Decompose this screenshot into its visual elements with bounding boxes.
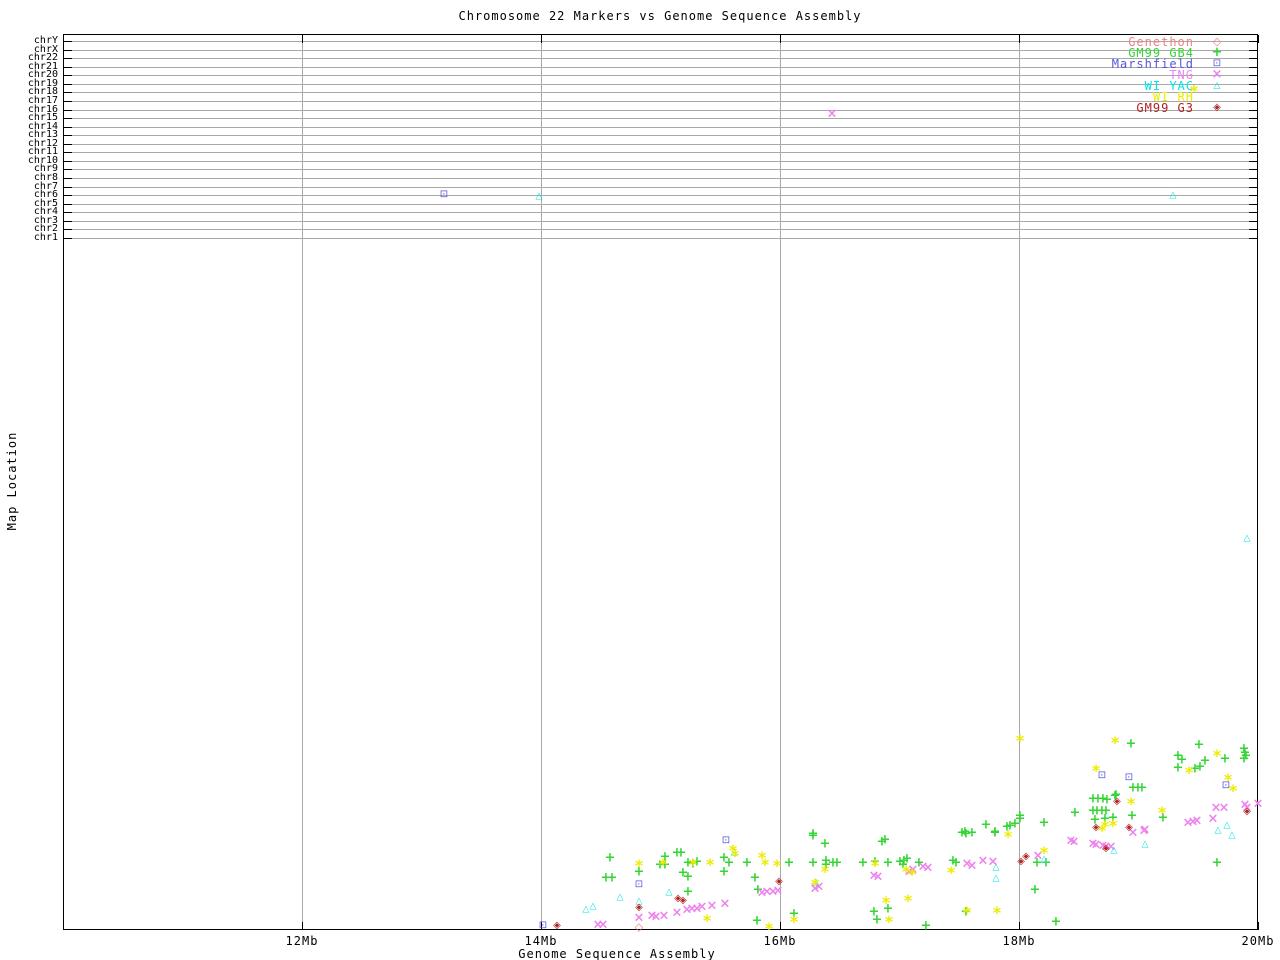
x-tick-label: 20Mb (1241, 934, 1275, 948)
y-tick-right (1249, 49, 1257, 51)
y-tick-left (64, 203, 72, 205)
y-tick-right (1249, 195, 1257, 197)
y-tick-left (64, 186, 72, 188)
x-tick-label: 18Mb (1002, 934, 1036, 948)
y-tick-left (64, 135, 72, 137)
x-tick-bottom (1258, 922, 1259, 930)
y-tick-right (1249, 160, 1257, 162)
y-tick-right (1249, 83, 1257, 85)
y-tick-right (1249, 220, 1257, 222)
y-tick-right (1249, 135, 1257, 137)
y-tick-right (1249, 41, 1257, 42)
x-tick-bottom (541, 922, 542, 930)
y-tick-right (1249, 169, 1257, 171)
y-tick-right (1249, 238, 1257, 239)
y-tick-left (64, 143, 72, 145)
legend-row-gm99_g3: GM99 G3 ◈ (1112, 100, 1240, 115)
x-tick-bottom (302, 922, 303, 930)
y-tick-left (64, 152, 72, 154)
y-tick-left (64, 118, 72, 120)
x-tick-bottom (1019, 922, 1020, 930)
y-tick-right (1249, 92, 1257, 94)
plot-border (63, 34, 1258, 930)
x-tick-top (541, 35, 542, 43)
y-tick-left (64, 195, 72, 197)
x-tick-top (1019, 35, 1020, 43)
y-tick-right (1249, 126, 1257, 128)
legend-marker-wi_rh-icon: * (1189, 81, 1199, 101)
y-axis-label: Map Location (5, 431, 19, 531)
x-tick-label: 12Mb (285, 934, 319, 948)
y-tick-right (1249, 212, 1257, 214)
y-tick-left (64, 66, 72, 68)
y-row-label-chr1: chr1 (33, 232, 58, 243)
x-tick-top (302, 35, 303, 43)
y-tick-left (64, 126, 72, 128)
y-tick-right (1249, 178, 1257, 180)
y-tick-left (64, 220, 72, 222)
y-tick-left (64, 109, 72, 111)
y-tick-left (64, 160, 72, 162)
y-tick-right (1249, 152, 1257, 154)
y-tick-left (64, 92, 72, 94)
y-tick-right (1249, 75, 1257, 77)
y-tick-right (1249, 100, 1257, 102)
legend-marker-gm99_g3-icon: ◈ (1213, 102, 1221, 113)
y-tick-right (1249, 143, 1257, 145)
y-tick-left (64, 169, 72, 171)
legend-label-gm99_g3: GM99 G3 (1136, 100, 1194, 115)
y-tick-left (64, 41, 72, 42)
y-tick-left (64, 75, 72, 77)
y-tick-right (1249, 58, 1257, 60)
y-tick-right (1249, 203, 1257, 205)
y-tick-left (64, 178, 72, 180)
x-tick-label: 14Mb (524, 934, 558, 948)
x-axis-label: Genome Sequence Assembly (518, 947, 716, 960)
x-tick-label: 16Mb (763, 934, 797, 948)
chart-title: Chromosome 22 Markers vs Genome Sequence… (458, 9, 862, 23)
y-tick-left (64, 229, 72, 231)
y-tick-right (1249, 229, 1257, 231)
x-tick-top (1258, 35, 1259, 43)
y-tick-right (1249, 186, 1257, 188)
y-tick-left (64, 83, 72, 85)
y-tick-right (1249, 118, 1257, 120)
x-tick-top (780, 35, 781, 43)
y-tick-left (64, 58, 72, 60)
y-tick-left (64, 49, 72, 51)
x-tick-bottom (780, 922, 781, 930)
legend: Genethon ◇ GM99 GB4 + Marshfield ⊡ TNG × WI YAC △… (1112, 35, 1240, 115)
y-tick-left (64, 100, 72, 102)
y-tick-right (1249, 109, 1257, 111)
y-tick-left (64, 212, 72, 214)
y-tick-left (64, 238, 72, 239)
y-tick-right (1249, 66, 1257, 68)
chart-canvas: Chromosome 22 Markers vs Genome Sequence… (0, 0, 1280, 960)
